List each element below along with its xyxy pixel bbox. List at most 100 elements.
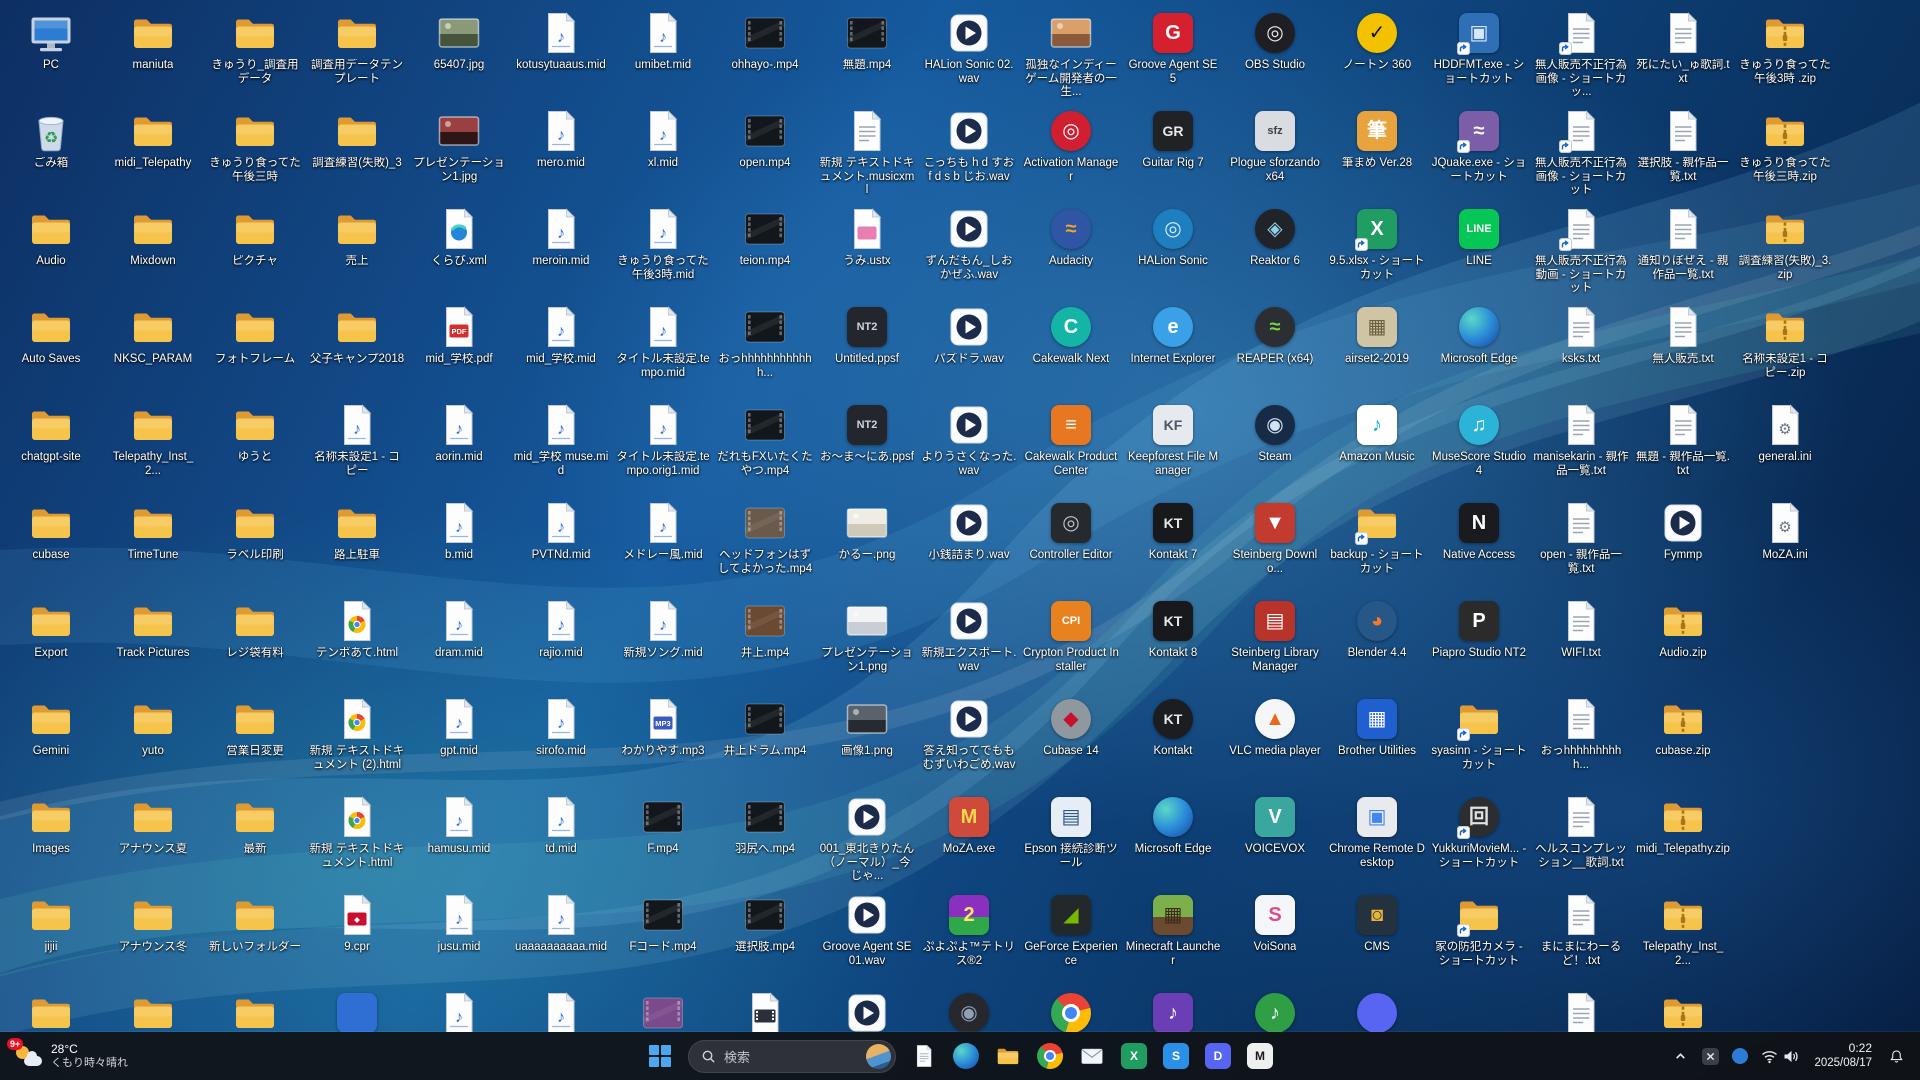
desktop-icon[interactable]: sfzPlogue sforzando x64 xyxy=(1224,102,1326,200)
desktop-icon[interactable]: よりうさくなった.wav xyxy=(918,396,1020,494)
desktop-icon[interactable]: F.mp4 xyxy=(612,788,714,886)
desktop-icon[interactable]: Fコード.mp4 xyxy=(612,886,714,984)
taskbar-discord-button[interactable]: D xyxy=(1198,1036,1238,1076)
desktop-icon[interactable]: 001_東北きりたん（ノーマル）_今じゃ... xyxy=(816,788,918,886)
search-input[interactable]: 検索 xyxy=(688,1040,896,1073)
desktop-icon[interactable]: パズドラ.wav xyxy=(918,298,1020,396)
desktop-icon[interactable]: ♻ごみ箱 xyxy=(0,102,102,200)
tray-app-button-1[interactable] xyxy=(1696,1036,1724,1076)
desktop-icon[interactable]: ヘルスコンプレッション__歌詞.txt xyxy=(1530,788,1632,886)
desktop-icon[interactable]: ♪aorin.mid xyxy=(408,396,510,494)
desktop-icon[interactable]: GRGuitar Rig 7 xyxy=(1122,102,1224,200)
desktop-icon[interactable]: 無人販売不正行為動画 - ショートカット xyxy=(1530,200,1632,298)
desktop-icon[interactable] xyxy=(1632,984,1734,1032)
desktop-icon[interactable]: NKSC_PARAM xyxy=(102,298,204,396)
desktop-icon[interactable]: Microsoft Edge xyxy=(1122,788,1224,886)
desktop-icon[interactable]: ◎Activation Manager xyxy=(1020,102,1122,200)
desktop-icon[interactable]: 2ぷよぷよ™テトリス®2 xyxy=(918,886,1020,984)
desktop-icon[interactable]: LINELINE xyxy=(1428,200,1530,298)
desktop-icon[interactable]: maniuta xyxy=(102,4,204,102)
desktop-icon[interactable]: アナウンス冬 xyxy=(102,886,204,984)
desktop-icon[interactable]: 選択肢 - 親作品一覧.txt xyxy=(1632,102,1734,200)
desktop-icon[interactable]: SVoiSona xyxy=(1224,886,1326,984)
desktop-icon[interactable]: jijii xyxy=(0,886,102,984)
taskbar-musehub-button[interactable]: M xyxy=(1240,1036,1280,1076)
desktop-icon[interactable]: Auto Saves xyxy=(0,298,102,396)
desktop-icon[interactable]: プレゼンテーション1.png xyxy=(816,592,918,690)
desktop-icon[interactable]: Audio.zip xyxy=(1632,592,1734,690)
desktop-icon[interactable]: ≈JQuake.exe - ショートカット xyxy=(1428,102,1530,200)
desktop-icon[interactable]: おっhhhhhhhhhhhh... xyxy=(714,298,816,396)
desktop-icon[interactable]: フォトフレーム xyxy=(204,298,306,396)
desktop-icon[interactable]: ▤Steinberg Library Manager xyxy=(1224,592,1326,690)
taskbar-notepad-button[interactable] xyxy=(904,1036,944,1076)
desktop-icon[interactable]: Gemini xyxy=(0,690,102,788)
desktop-icon[interactable]: ヘッドフォンはずしてよかった.mp4 xyxy=(714,494,816,592)
desktop-icon[interactable]: PC xyxy=(0,4,102,102)
desktop-icon[interactable]: 調査用データテンプレート xyxy=(306,4,408,102)
desktop-icon[interactable]: 無題.mp4 xyxy=(816,4,918,102)
desktop-icon[interactable]: 新しいフォルダー xyxy=(204,886,306,984)
desktop-icon[interactable]: ◎OBS Studio xyxy=(1224,4,1326,102)
desktop-icon[interactable]: ▼Steinberg Downlo... xyxy=(1224,494,1326,592)
desktop-icon[interactable]: 小銭詰まり.wav xyxy=(918,494,1020,592)
desktop-icon[interactable]: ♫MuseScore Studio 4 xyxy=(1428,396,1530,494)
desktop-icon[interactable]: ♪mid_学校.mid xyxy=(510,298,612,396)
desktop-icon[interactable]: テンポあて.html xyxy=(306,592,408,690)
desktop-icon[interactable] xyxy=(204,984,306,1032)
desktop-icon[interactable]: manisekarin - 親作品一覧.txt xyxy=(1530,396,1632,494)
desktop-icon[interactable]: WIFI.txt xyxy=(1530,592,1632,690)
desktop-icon[interactable]: きゅうり食ってた午後3時 .zip xyxy=(1734,4,1836,102)
taskbar-excel-button[interactable]: X xyxy=(1114,1036,1154,1076)
desktop-icon[interactable]: レジ袋有料 xyxy=(204,592,306,690)
desktop-icon[interactable]: GGroove Agent SE 5 xyxy=(1122,4,1224,102)
desktop-icon[interactable]: VVOICEVOX xyxy=(1224,788,1326,886)
desktop-icon[interactable]: 調査練習(失敗)_3 xyxy=(306,102,408,200)
desktop-icon[interactable]: 通知りぼぜえ - 親作品一覧.txt xyxy=(1632,200,1734,298)
desktop-icon[interactable]: ♪hamusu.mid xyxy=(408,788,510,886)
desktop-icon[interactable]: ✓ノートン 360 xyxy=(1326,4,1428,102)
desktop-icon[interactable]: 孤独なインディーゲーム開発者の一生... xyxy=(1020,4,1122,102)
desktop-icon[interactable] xyxy=(1530,984,1632,1032)
desktop-icon[interactable]: ◢GeForce Experience xyxy=(1020,886,1122,984)
desktop-icon[interactable]: midi_Telepathy.zip xyxy=(1632,788,1734,886)
desktop-icon[interactable]: ♪ xyxy=(408,984,510,1032)
desktop-icon[interactable]: 答え知ってでももむずいわごめ.wav xyxy=(918,690,1020,788)
desktop-icon[interactable]: ♪meroin.mid xyxy=(510,200,612,298)
taskbar-skype-button[interactable]: S xyxy=(1156,1036,1196,1076)
desktop-icon[interactable]: HALion Sonic 02.wav xyxy=(918,4,1020,102)
desktop-icon[interactable]: yuto xyxy=(102,690,204,788)
desktop-icon[interactable]: 最新 xyxy=(204,788,306,886)
desktop-icon[interactable]: ラベル印刷 xyxy=(204,494,306,592)
desktop-icon[interactable]: ずんだもん_しおかぜふ.wav xyxy=(918,200,1020,298)
desktop-icon[interactable] xyxy=(714,984,816,1032)
desktop-icon[interactable]: ♪Amazon Music xyxy=(1326,396,1428,494)
desktop-icon[interactable]: ♪kotusytuaaus.mid xyxy=(510,4,612,102)
taskbar-file-explorer-button[interactable] xyxy=(988,1036,1028,1076)
desktop-icon[interactable]: MP3わかりやす.mp3 xyxy=(612,690,714,788)
desktop-icon[interactable]: 井上ドラム.mp4 xyxy=(714,690,816,788)
desktop-icon[interactable]: chatgpt-site xyxy=(0,396,102,494)
desktop-icon[interactable]: Fymmp xyxy=(1632,494,1734,592)
desktop-icon[interactable]: ◉Steam xyxy=(1224,396,1326,494)
desktop-icon[interactable]: 調査練習(失敗)_3.zip xyxy=(1734,200,1836,298)
desktop-icon[interactable]: backup - ショートカット xyxy=(1326,494,1428,592)
desktop-icon[interactable]: NT2Untitled.ppsf xyxy=(816,298,918,396)
desktop-icon[interactable]: ◙CMS xyxy=(1326,886,1428,984)
desktop-icon[interactable]: X9.5.xlsx - ショートカット xyxy=(1326,200,1428,298)
desktop-icon[interactable]: CCakewalk Next xyxy=(1020,298,1122,396)
desktop-icon[interactable]: ♪mero.mid xyxy=(510,102,612,200)
desktop-icon[interactable]: ♪mid_学校 muse.mid xyxy=(510,396,612,494)
desktop-icon[interactable]: ♪タイトル未設定.tempo.mid xyxy=(612,298,714,396)
desktop-icon[interactable]: かるー.png xyxy=(816,494,918,592)
desktop-icon[interactable]: 営業日変更 xyxy=(204,690,306,788)
desktop-icon[interactable]: 売上 xyxy=(306,200,408,298)
desktop-icon[interactable]: 選択肢.mp4 xyxy=(714,886,816,984)
desktop-icon[interactable]: Images xyxy=(0,788,102,886)
desktop-icon[interactable]: ♪タイトル未設定.tempo.orig1.mid xyxy=(612,396,714,494)
desktop-icon[interactable]: 羽尻へ.mp4 xyxy=(714,788,816,886)
desktop-icon[interactable]: Telepathy_Inst_2... xyxy=(102,396,204,494)
desktop-icon[interactable]: cubase xyxy=(0,494,102,592)
desktop-icon[interactable]: くらび.xml xyxy=(408,200,510,298)
desktop-icon[interactable]: KTKontakt 7 xyxy=(1122,494,1224,592)
